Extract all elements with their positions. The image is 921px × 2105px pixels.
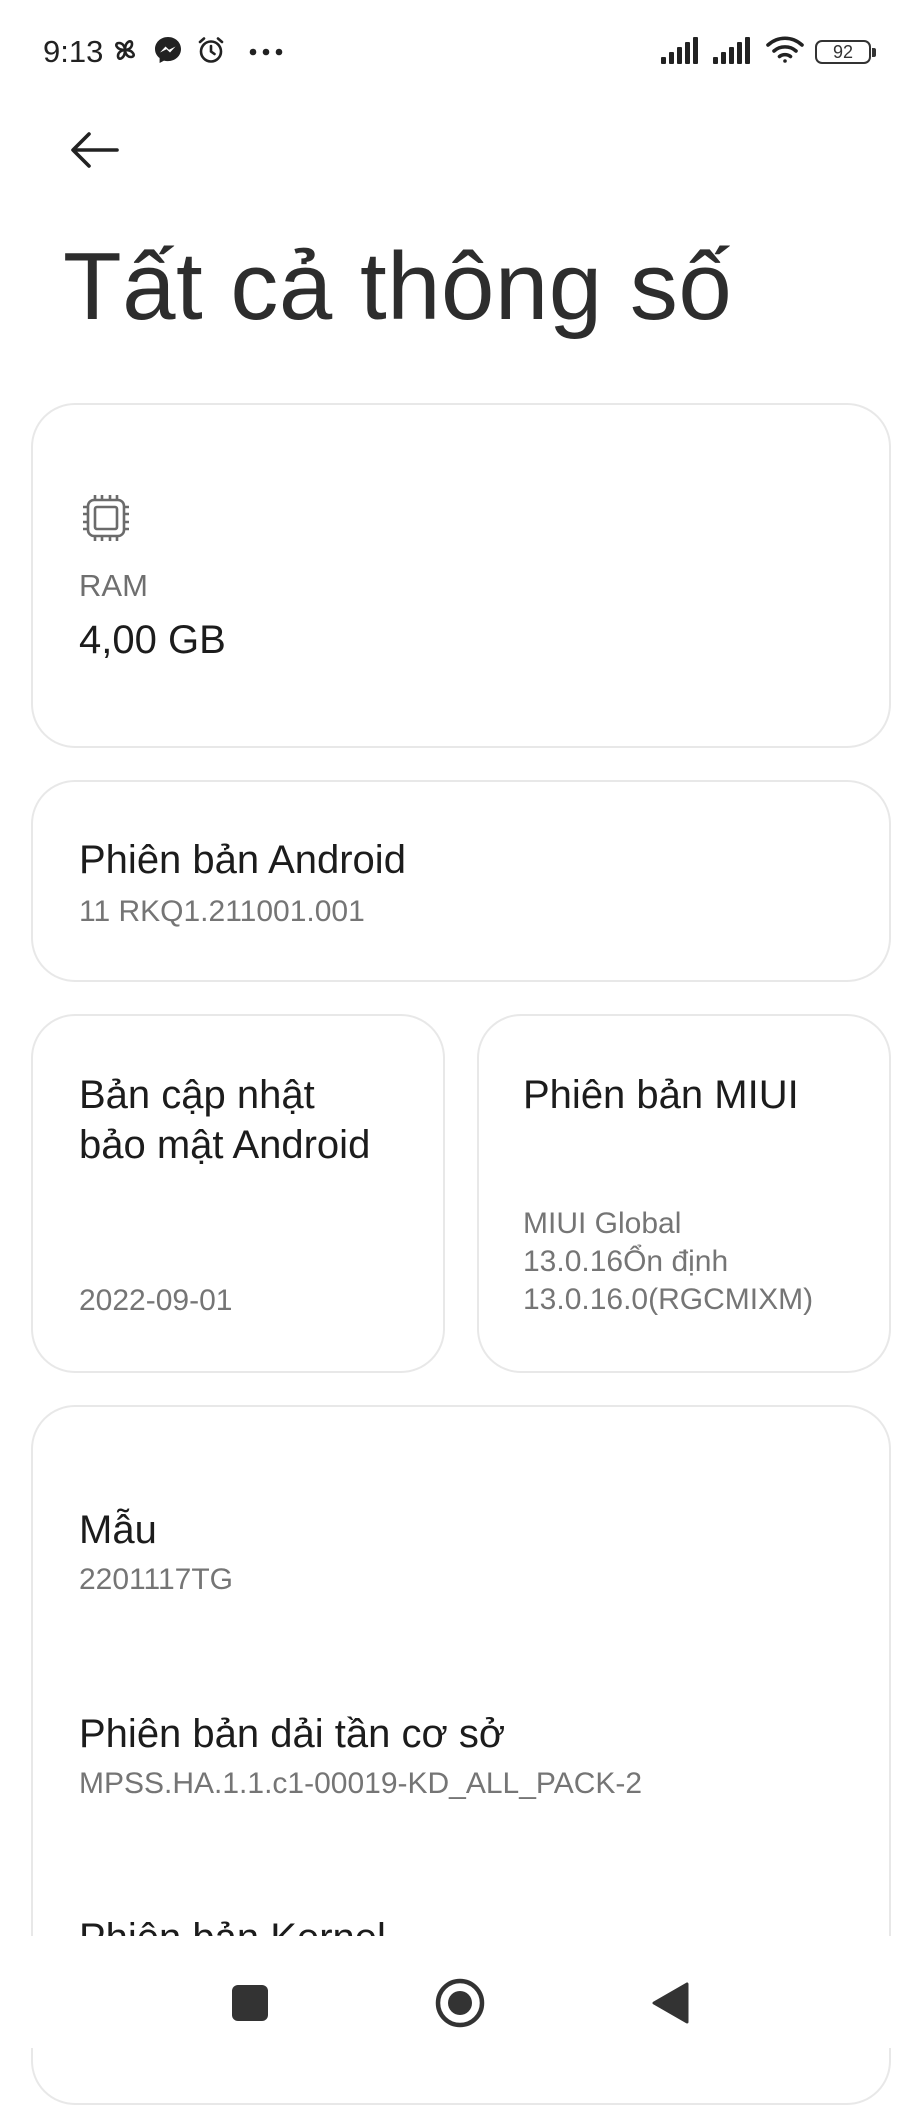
recents-button[interactable]	[215, 1968, 285, 2038]
pinwheel-icon	[110, 35, 140, 70]
signal-icon	[713, 36, 755, 69]
list-item-baseband[interactable]: Phiên bản dải tần cơ sở MPSS.HA.1.1.c1-0…	[79, 1709, 849, 1803]
miui-version-line1: MIUI Global	[523, 1207, 682, 1240]
wifi-icon	[765, 35, 805, 70]
home-button[interactable]	[425, 1968, 495, 2038]
messenger-icon	[153, 35, 183, 70]
miui-version-line2: 13.0.16Ổn định	[523, 1245, 729, 1278]
home-circle-icon	[435, 1978, 485, 2028]
security-patch-card[interactable]: Bản cập nhật bảo mật Android 2022-09-01	[31, 1014, 445, 1373]
android-version-title: Phiên bản Android	[79, 838, 406, 882]
signal-icon	[661, 36, 703, 69]
security-patch-value: 2022-09-01	[79, 1284, 233, 1317]
security-patch-title-line2: bảo mật Android	[79, 1123, 371, 1167]
model-value: 2201117TG	[79, 1563, 233, 1596]
list-item-model[interactable]: Mẫu 2201117TG	[79, 1505, 849, 1599]
status-bar: 9:13 92	[0, 0, 921, 104]
nav-back-button[interactable]	[635, 1968, 705, 2038]
miui-version-line3: 13.0.16.0(RGCMIXM)	[523, 1283, 814, 1316]
status-time: 9:13	[43, 34, 104, 69]
more-dots-icon	[248, 44, 284, 62]
model-title: Mẫu	[79, 1508, 157, 1552]
alarm-icon	[196, 35, 226, 70]
navigation-bar	[0, 1936, 921, 2048]
ram-card[interactable]: RAM 4,00 GB	[31, 403, 891, 748]
status-right-group: 92	[661, 30, 876, 74]
baseband-value: MPSS.HA.1.1.c1-00019-KD_ALL_PACK-2	[79, 1767, 643, 1800]
back-arrow-icon	[71, 132, 119, 168]
android-version-value: 11 RKQ1.211001.001	[79, 895, 365, 928]
page-title: Tất cả thông số	[63, 233, 733, 340]
back-button[interactable]	[60, 120, 130, 180]
chip-icon	[81, 493, 131, 548]
battery-level: 92	[832, 41, 854, 62]
baseband-title: Phiên bản dải tần cơ sở	[79, 1712, 506, 1756]
android-version-card[interactable]: Phiên bản Android 11 RKQ1.211001.001	[31, 780, 891, 982]
miui-version-card[interactable]: Phiên bản MIUI MIUI Global 13.0.16Ổn địn…	[477, 1014, 891, 1373]
back-triangle-icon	[652, 1982, 689, 2024]
ram-label: RAM	[79, 568, 148, 603]
ram-value: 4,00 GB	[79, 618, 226, 662]
battery-icon: 92	[815, 40, 876, 64]
miui-version-title: Phiên bản MIUI	[523, 1073, 799, 1117]
security-patch-title-line1: Bản cập nhật	[79, 1073, 315, 1117]
recents-square-icon	[232, 1985, 268, 2021]
